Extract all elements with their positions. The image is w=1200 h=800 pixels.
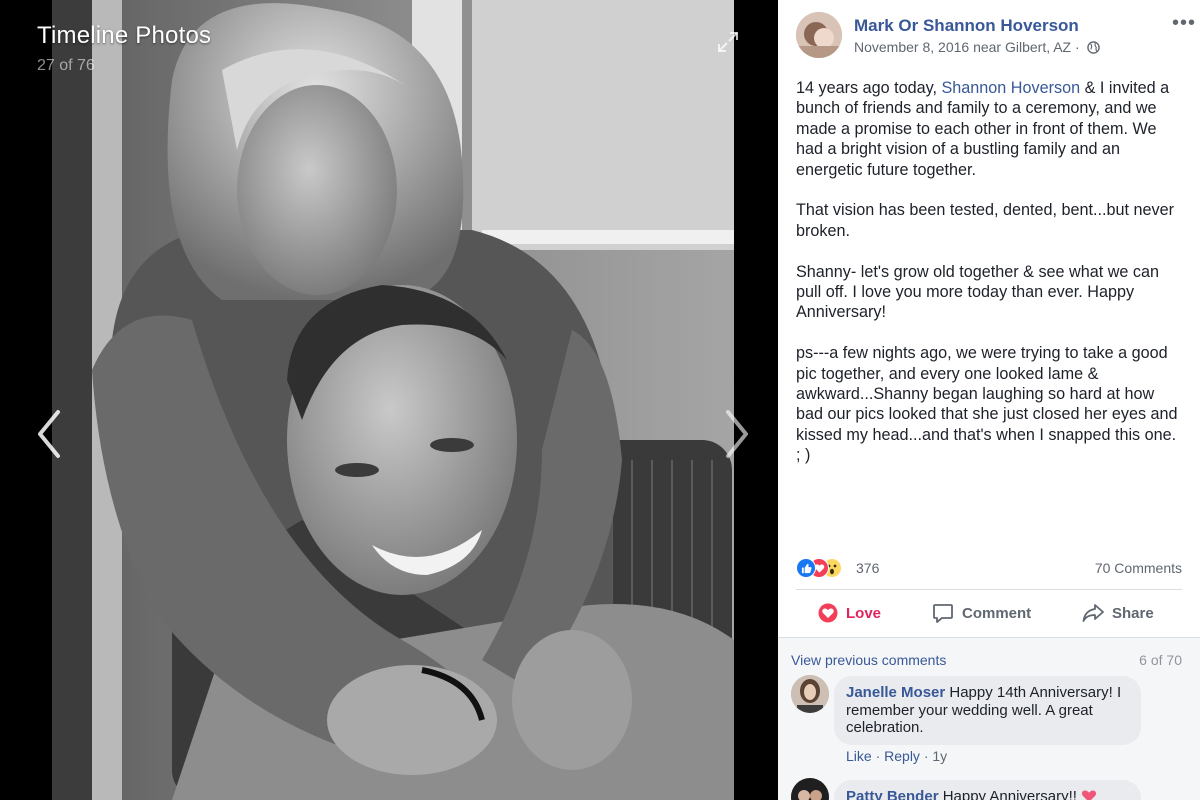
previous-photo-button[interactable] — [34, 408, 64, 460]
commenter-name[interactable]: Janelle Moser — [846, 684, 945, 701]
post-paragraph-1: 14 years ago today, Shannon Hoverson & I… — [796, 79, 1170, 179]
post-actions: Love Comment Share — [796, 592, 1182, 634]
photo-counter: 27 of 76 — [37, 57, 95, 74]
love-icon — [818, 603, 838, 623]
expand-icon[interactable] — [716, 30, 740, 54]
comment-like-link[interactable]: Like — [846, 748, 872, 764]
commenter-avatar[interactable] — [791, 778, 829, 800]
view-previous-comments-link[interactable]: View previous comments — [791, 652, 946, 668]
post-paragraph-3: Shanny- let's grow old together & see wh… — [796, 262, 1160, 322]
commenter-name[interactable]: Patty Bender — [846, 788, 939, 800]
chevron-right-icon — [726, 410, 748, 458]
divider — [796, 589, 1182, 590]
reaction-count[interactable]: 376 — [856, 560, 879, 576]
heart-emoji-icon — [1081, 789, 1097, 800]
comments-count-link[interactable]: 70 Comments — [1095, 560, 1182, 576]
post-photo[interactable] — [52, 0, 734, 800]
comment-button[interactable]: Comment — [932, 592, 1031, 634]
globe-icon — [1086, 41, 1100, 57]
comment-actions: Like · Reply · 1y — [846, 748, 947, 764]
comment-icon — [933, 604, 953, 623]
comment-label: Comment — [962, 604, 1032, 622]
photo-image — [52, 0, 734, 800]
post-paragraph-2: That vision has been tested, dented, ben… — [796, 201, 1174, 240]
meta-separator: · — [1071, 39, 1084, 55]
love-button[interactable]: Love — [818, 592, 881, 634]
love-label: Love — [846, 604, 882, 622]
chevron-left-icon — [38, 410, 60, 458]
share-icon — [1082, 604, 1104, 622]
comments-page-count: 6 of 70 — [1139, 652, 1182, 668]
mention-link[interactable]: Shannon Hoverson — [941, 79, 1080, 97]
comments-section: View previous comments 6 of 70 Janelle M… — [778, 638, 1200, 800]
post-text: 14 years ago today, Shannon Hoverson & I… — [796, 78, 1180, 486]
post-header: Mark Or Shannon Hoverson November 8, 201… — [796, 12, 1195, 62]
comment-time[interactable]: 1y — [932, 748, 947, 764]
share-label: Share — [1112, 604, 1154, 622]
comment-bubble: Patty Bender Happy Anniversary!! — [834, 780, 1141, 800]
more-options-button[interactable]: ••• — [1172, 13, 1196, 33]
post-meta: November 8, 2016 near Gilbert, AZ · — [854, 39, 1100, 57]
post-date[interactable]: November 8, 2016 near Gilbert, AZ — [854, 39, 1071, 55]
photo-viewer: Timeline Photos 27 of 76 — [0, 0, 778, 800]
comment-bubble: Janelle Moser Happy 14th Anniversary! I … — [834, 676, 1141, 745]
action-separator: · — [875, 748, 885, 764]
next-photo-button[interactable] — [722, 408, 752, 460]
comment-text: Happy Anniversary!! — [938, 788, 1077, 800]
like-reaction-icon — [796, 558, 816, 578]
author-avatar[interactable] — [796, 12, 842, 58]
comment-reply-link[interactable]: Reply — [884, 748, 920, 764]
reaction-icons[interactable] — [796, 558, 856, 578]
viewer-title: Timeline Photos — [37, 22, 212, 49]
post-panel: Mark Or Shannon Hoverson November 8, 201… — [778, 0, 1200, 800]
share-button[interactable]: Share — [1082, 592, 1154, 634]
post-paragraph-4: ps---a few nights ago, we were trying to… — [796, 344, 1178, 465]
author-name[interactable]: Mark Or Shannon Hoverson — [854, 16, 1079, 36]
commenter-avatar[interactable] — [791, 675, 829, 713]
reactions-bar: 376 70 Comments — [796, 557, 1182, 579]
